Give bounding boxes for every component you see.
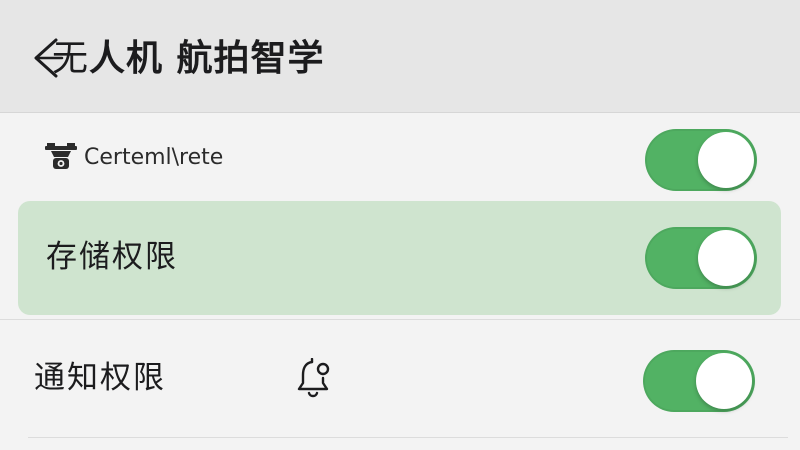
toggle-knob xyxy=(698,230,754,286)
storage-permission-label: 存储权限 xyxy=(46,239,178,275)
notification-permission-label: 通知权限 xyxy=(34,360,166,396)
list-item-storage[interactable]: 存储权限 xyxy=(18,201,781,315)
notification-permission-toggle[interactable] xyxy=(643,350,755,412)
list-item-camera[interactable]: Certeml\rete xyxy=(0,113,800,199)
drone-camera-icon xyxy=(44,143,78,171)
camera-permission-toggle[interactable] xyxy=(645,129,757,191)
permissions-list: Certeml\rete 存储权限 通知权限 xyxy=(0,113,800,450)
title-first-char: 无 xyxy=(52,38,90,79)
nav-header: 无人机 航拍智学 xyxy=(0,0,800,113)
divider xyxy=(28,437,788,438)
camera-permission-label: Certeml\rete xyxy=(84,145,224,170)
title-text: 人机 航拍智学 xyxy=(89,38,325,79)
toggle-knob xyxy=(698,132,754,188)
list-item-notification[interactable]: 通知权限 xyxy=(0,319,800,434)
toggle-knob xyxy=(696,353,752,409)
bell-icon xyxy=(296,357,332,400)
storage-permission-toggle[interactable] xyxy=(645,227,757,289)
page-title: 无人机 航拍智学 xyxy=(52,36,325,82)
